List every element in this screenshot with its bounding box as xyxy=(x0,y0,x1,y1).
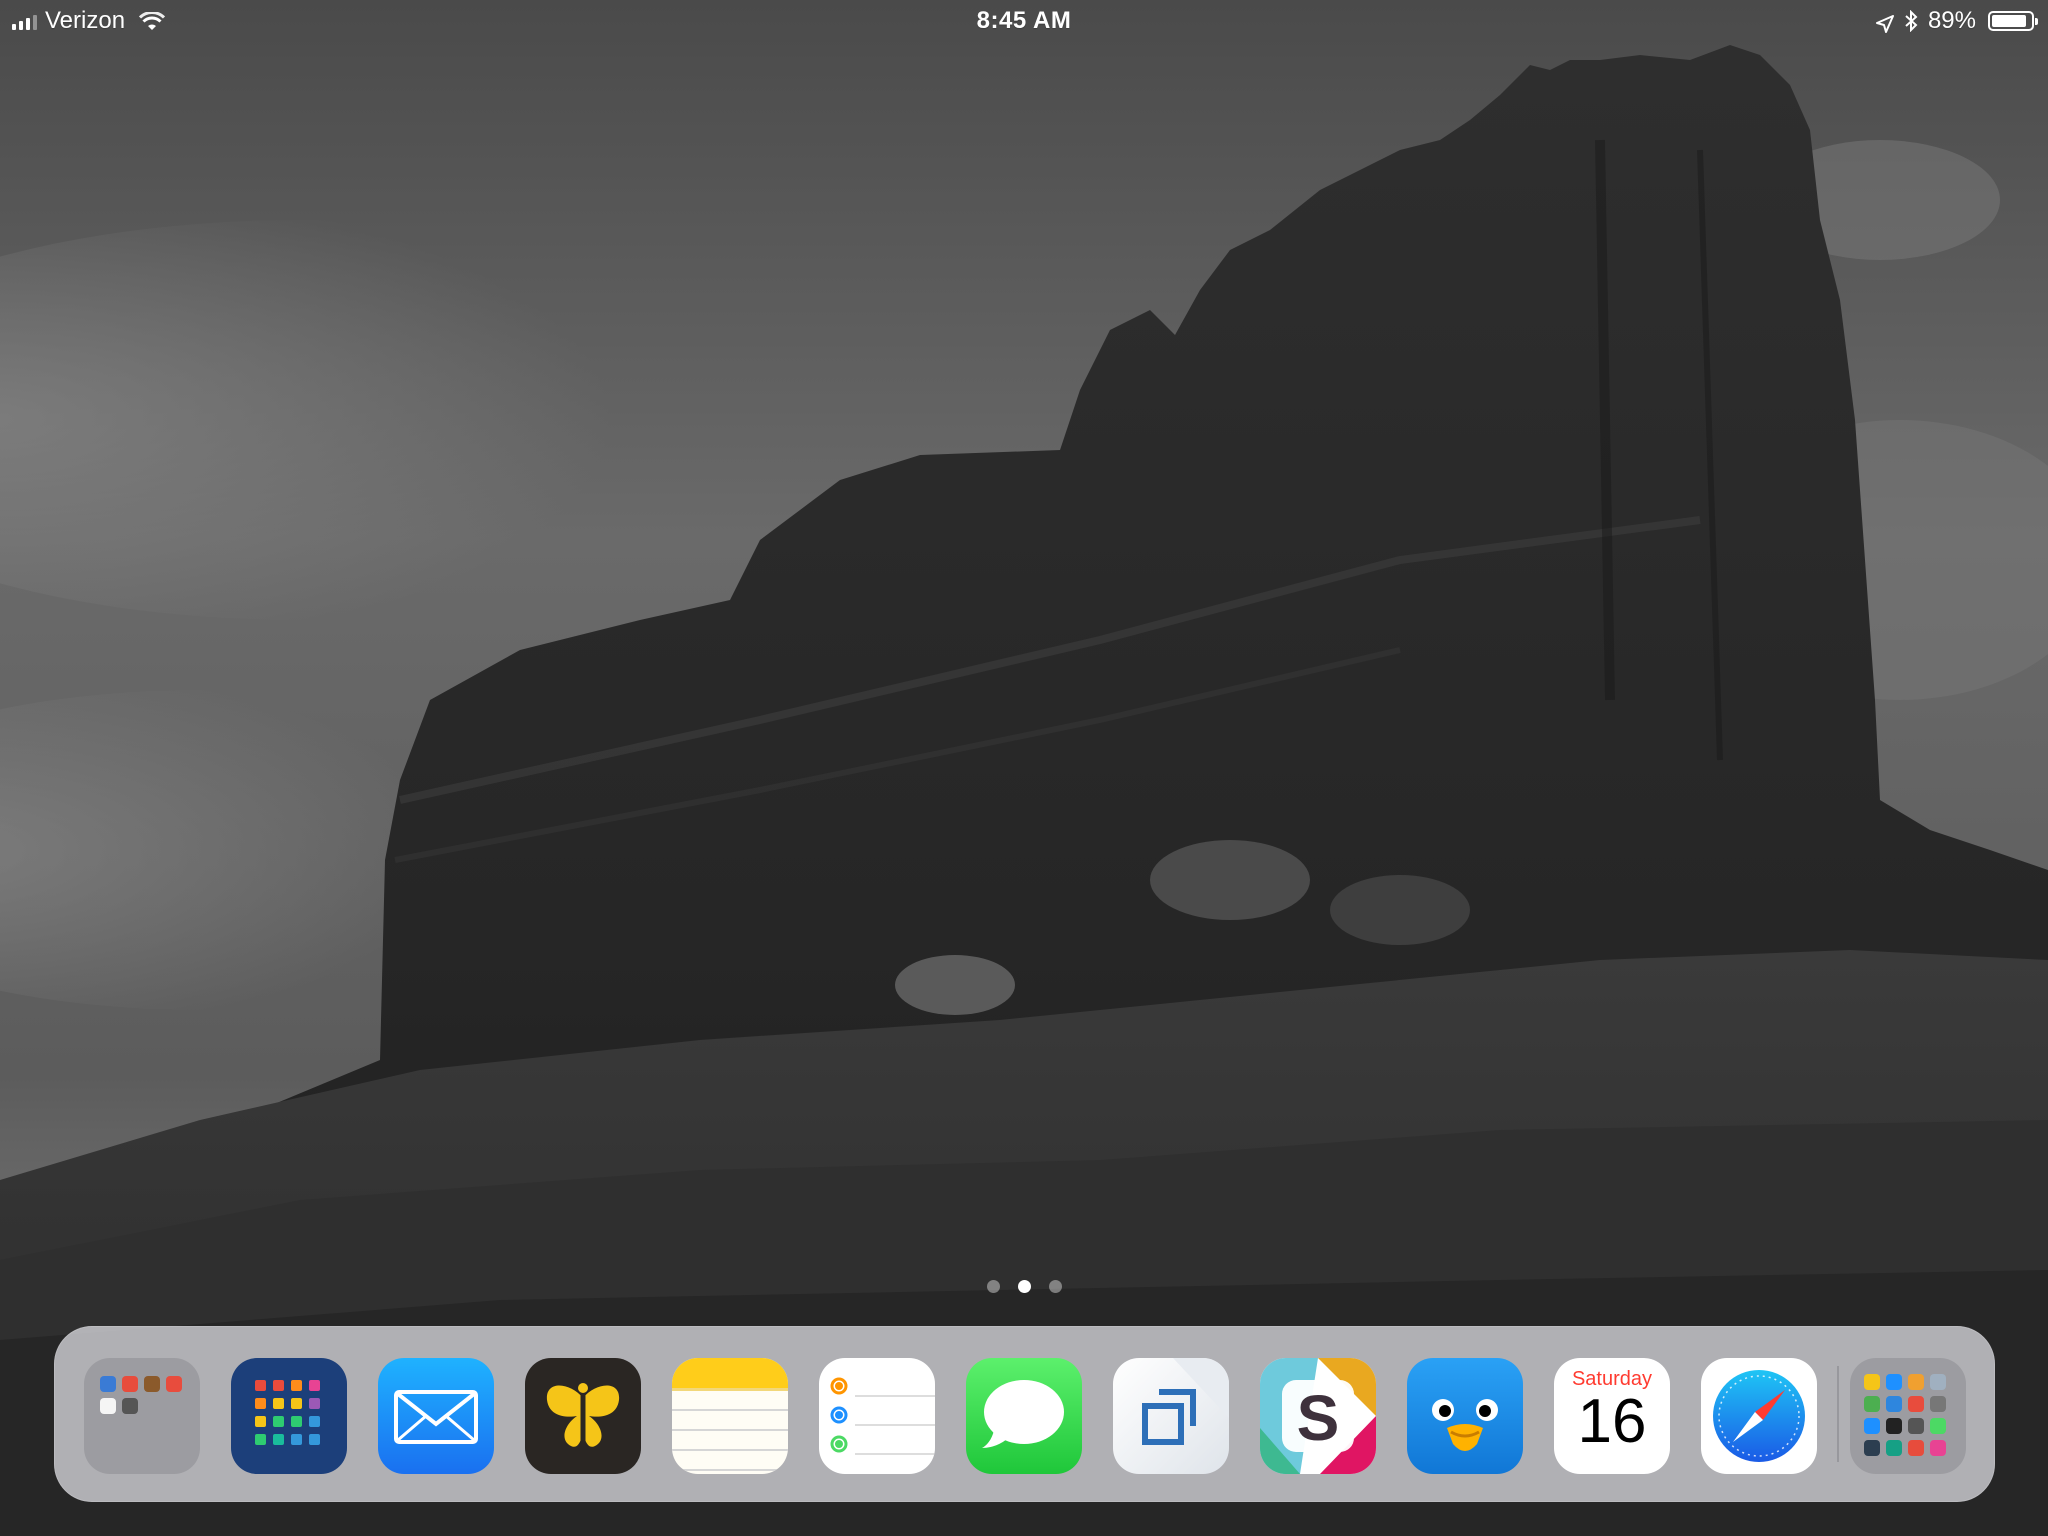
workflow-icon[interactable] xyxy=(231,1358,347,1474)
location-icon xyxy=(1875,12,1894,33)
page-indicator[interactable] xyxy=(0,1280,2048,1293)
bluetooth-icon xyxy=(1904,9,1918,33)
dock: S Saturday 16 xyxy=(54,1326,1995,1502)
status-right: 89% xyxy=(1875,7,2038,35)
notes-icon[interactable] xyxy=(672,1358,788,1474)
app-folder-icon[interactable] xyxy=(84,1358,200,1474)
slack-icon[interactable]: S xyxy=(1260,1358,1376,1474)
svg-text:S: S xyxy=(1297,1382,1340,1454)
recent-apps-folder-icon[interactable] xyxy=(1850,1358,1966,1474)
tweetbot-icon[interactable] xyxy=(1407,1358,1523,1474)
battery-icon xyxy=(1988,11,2038,31)
page-dot[interactable] xyxy=(1017,1280,1031,1293)
calendar-icon[interactable]: Saturday 16 xyxy=(1554,1358,1670,1474)
reminders-icon[interactable] xyxy=(819,1358,935,1474)
ulysses-icon[interactable] xyxy=(525,1358,641,1474)
clock: 8:45 AM xyxy=(976,7,1072,34)
mail-icon[interactable] xyxy=(378,1358,494,1474)
wallpaper xyxy=(0,0,2048,1536)
page-dot[interactable] xyxy=(986,1280,1000,1293)
messages-icon[interactable] xyxy=(966,1358,1082,1474)
safari-icon[interactable] xyxy=(1701,1358,1817,1474)
copied-icon[interactable] xyxy=(1113,1358,1229,1474)
calendar-date-label: 16 xyxy=(1577,1387,1647,1456)
status-bar: Verizon 8:45 AM 89% xyxy=(0,0,2048,42)
battery-percent: 89% xyxy=(1927,7,1976,34)
dock-divider xyxy=(1837,1366,1839,1462)
page-dot[interactable] xyxy=(1048,1280,1062,1293)
